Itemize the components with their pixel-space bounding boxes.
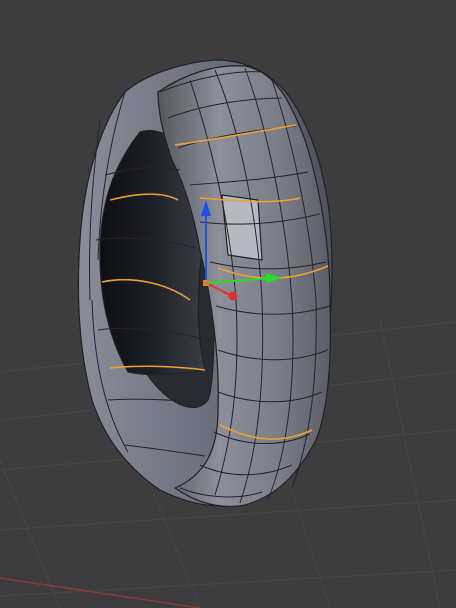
- grid-line: [379, 319, 441, 608]
- torus-lit-patch: [221, 194, 263, 261]
- viewport-canvas[interactable]: [0, 0, 456, 608]
- gizmo-x-handle-icon[interactable]: [228, 291, 238, 301]
- object-origin-icon[interactable]: [203, 280, 209, 286]
- grid-line: [0, 569, 456, 597]
- x-axis-line: [0, 577, 201, 608]
- 3d-viewport[interactable]: [0, 0, 456, 608]
